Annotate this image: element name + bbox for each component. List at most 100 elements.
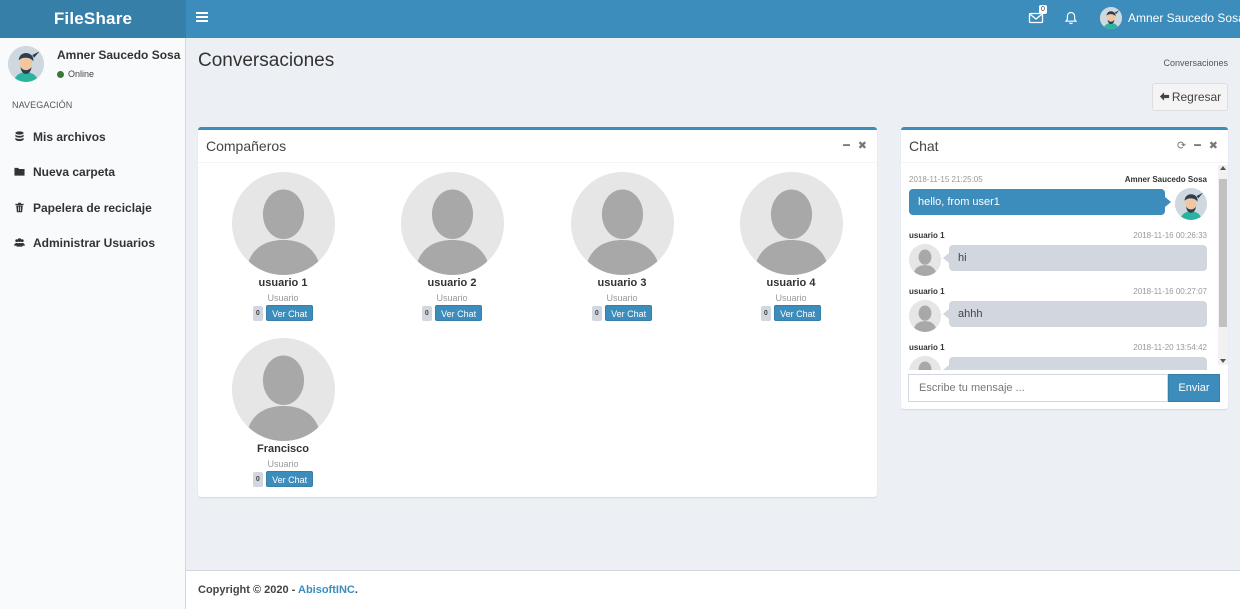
close-icon[interactable]: ✖ bbox=[858, 139, 867, 152]
message-count-badge: 0 bbox=[421, 305, 432, 321]
footer: Copyright © 2020 - AbisoftINC. bbox=[186, 570, 1240, 609]
chat-scrollbar[interactable] bbox=[1218, 165, 1228, 365]
companions-title: Compañeros bbox=[206, 138, 287, 154]
mail-count-badge: 0 bbox=[1039, 5, 1047, 14]
chat-title: Chat bbox=[909, 138, 939, 154]
user-actions: 0 Ver Chat bbox=[208, 305, 358, 321]
user-name: usuario 4 bbox=[766, 277, 816, 289]
default-avatar-icon bbox=[909, 300, 941, 332]
chat-message: usuario 1 2018-11-16 00:27:07 ahhh bbox=[909, 287, 1207, 332]
sidebar-item-mis-archivos[interactable]: Mis archivos bbox=[0, 120, 185, 154]
chat-message: usuario 1 2018-11-16 00:26:33 hi bbox=[909, 231, 1207, 276]
companions-box: Compañeros ━ ✖ usuario 1 Usuario 0 Ver Ch… bbox=[198, 127, 877, 497]
sidebar-item-nueva-carpeta[interactable]: Nueva carpeta bbox=[0, 155, 185, 189]
user-role: Usuario bbox=[606, 293, 638, 303]
user-card: usuario 1 Usuario 0 Ver Chat bbox=[208, 172, 358, 321]
refresh-icon[interactable]: ⟳ bbox=[1177, 139, 1186, 152]
minimize-icon[interactable]: ━ bbox=[1194, 139, 1201, 152]
minimize-icon[interactable]: ━ bbox=[843, 139, 850, 152]
default-avatar-icon bbox=[909, 356, 941, 370]
user-actions: 0 Ver Chat bbox=[547, 305, 697, 321]
message-text bbox=[943, 357, 1207, 370]
box-divider bbox=[198, 162, 877, 163]
sidebar-item-label: Mis archivos bbox=[33, 130, 106, 144]
user-name: usuario 3 bbox=[597, 277, 647, 289]
sidebar-item-label: Papelera de reciclaje bbox=[33, 201, 152, 215]
scroll-down-icon[interactable] bbox=[1220, 359, 1226, 363]
message-text: ahhh bbox=[943, 301, 1207, 327]
sidebar: Amner Saucedo Sosa Online NAVEGACIÓN Mis… bbox=[0, 38, 186, 609]
message-input[interactable] bbox=[908, 374, 1168, 402]
company-link[interactable]: AbisoftINC bbox=[298, 584, 355, 596]
back-button[interactable]: Regresar bbox=[1152, 83, 1228, 111]
header-username[interactable]: Amner Saucedo Sosa bbox=[1128, 11, 1240, 25]
ver-chat-button[interactable]: Ver Chat bbox=[605, 305, 653, 321]
chat-box: Chat ⟳ ━ ✖ 2018-11-15 21:25:05 Amner Sauce… bbox=[901, 127, 1228, 409]
bell-icon[interactable] bbox=[1063, 10, 1079, 26]
message-count-badge: 0 bbox=[252, 305, 263, 321]
sidebar-item-administrar-usuarios[interactable]: Administrar Usuarios bbox=[0, 226, 185, 260]
sidebar-user-avatar bbox=[8, 46, 44, 82]
status-label: Online bbox=[68, 69, 95, 79]
default-avatar-icon bbox=[400, 172, 504, 275]
ver-chat-button[interactable]: Ver Chat bbox=[266, 471, 314, 487]
message-count-badge: 0 bbox=[591, 305, 602, 321]
user-card: Francisco Usuario 0 Ver Chat bbox=[208, 338, 358, 487]
online-dot-icon bbox=[57, 71, 64, 78]
message-count-badge: 0 bbox=[252, 471, 263, 487]
top-navbar: FileShare 0 Amner Saucedo Sosa bbox=[0, 0, 1240, 38]
trash-icon bbox=[15, 202, 24, 213]
arrow-left-icon bbox=[1159, 92, 1169, 101]
user-actions: 0 Ver Chat bbox=[716, 305, 866, 321]
message-text: hello, from user1 bbox=[909, 189, 1171, 215]
back-button-label: Regresar bbox=[1171, 90, 1222, 104]
user-role: Usuario bbox=[267, 293, 299, 303]
message-author: usuario 1 bbox=[909, 343, 945, 352]
user-actions: 0 Ver Chat bbox=[377, 305, 527, 321]
send-button[interactable]: Enviar bbox=[1168, 374, 1220, 402]
message-count-badge: 0 bbox=[760, 305, 771, 321]
user-actions: 0 Ver Chat bbox=[208, 471, 358, 487]
message-time: 2018-11-16 00:27:07 bbox=[1133, 287, 1207, 296]
message-time: 2018-11-20 13:54:42 bbox=[1133, 343, 1207, 352]
user-avatar[interactable] bbox=[1100, 7, 1122, 29]
user-card: usuario 2 Usuario 0 Ver Chat bbox=[377, 172, 527, 321]
default-avatar-icon bbox=[231, 338, 335, 441]
ver-chat-button[interactable]: Ver Chat bbox=[774, 305, 822, 321]
user-name: usuario 1 bbox=[258, 277, 308, 289]
message-info: usuario 1 2018-11-16 00:27:07 bbox=[909, 287, 1207, 299]
chat-messages[interactable]: 2018-11-15 21:25:05 Amner Saucedo Sosa h… bbox=[901, 170, 1228, 370]
users-icon bbox=[14, 238, 25, 247]
app-logo[interactable]: FileShare bbox=[0, 0, 186, 38]
message-info: 2018-11-15 21:25:05 Amner Saucedo Sosa bbox=[909, 175, 1207, 187]
sidebar-item-papelera[interactable]: Papelera de reciclaje bbox=[0, 191, 185, 225]
breadcrumb: Conversaciones bbox=[1163, 58, 1228, 68]
message-time: 2018-11-15 21:25:05 bbox=[909, 175, 983, 184]
box-tools: ━ ✖ bbox=[835, 139, 867, 152]
message-author: usuario 1 bbox=[909, 287, 945, 296]
sidebar-item-label: Administrar Usuarios bbox=[33, 236, 156, 250]
sidebar-toggle-icon[interactable] bbox=[196, 12, 208, 24]
chat-box-tools: ⟳ ━ ✖ bbox=[1169, 139, 1218, 152]
database-icon bbox=[15, 131, 24, 142]
nav-header: NAVEGACIÓN bbox=[12, 100, 73, 110]
user-name: Francisco bbox=[257, 443, 309, 455]
box-divider bbox=[901, 162, 1228, 163]
user-card: usuario 3 Usuario 0 Ver Chat bbox=[547, 172, 697, 321]
scrollbar-thumb[interactable] bbox=[1219, 179, 1227, 327]
chat-message: 2018-11-15 21:25:05 Amner Saucedo Sosa h… bbox=[909, 175, 1207, 220]
sidebar-item-label: Nueva carpeta bbox=[33, 165, 116, 179]
default-avatar-icon bbox=[231, 172, 335, 275]
default-avatar-icon bbox=[570, 172, 674, 275]
copyright-text: Copyright © 2020 - bbox=[198, 584, 298, 596]
scroll-up-icon[interactable] bbox=[1220, 166, 1226, 170]
ver-chat-button[interactable]: Ver Chat bbox=[266, 305, 314, 321]
copyright-suffix: . bbox=[354, 584, 358, 596]
chat-message: usuario 1 2018-11-20 13:54:42 bbox=[909, 343, 1207, 370]
ver-chat-button[interactable]: Ver Chat bbox=[435, 305, 483, 321]
online-status: Online bbox=[57, 69, 94, 79]
user-role: Usuario bbox=[436, 293, 468, 303]
message-info: usuario 1 2018-11-16 00:26:33 bbox=[909, 231, 1207, 243]
close-icon[interactable]: ✖ bbox=[1209, 139, 1218, 152]
message-author: Amner Saucedo Sosa bbox=[1124, 175, 1207, 184]
